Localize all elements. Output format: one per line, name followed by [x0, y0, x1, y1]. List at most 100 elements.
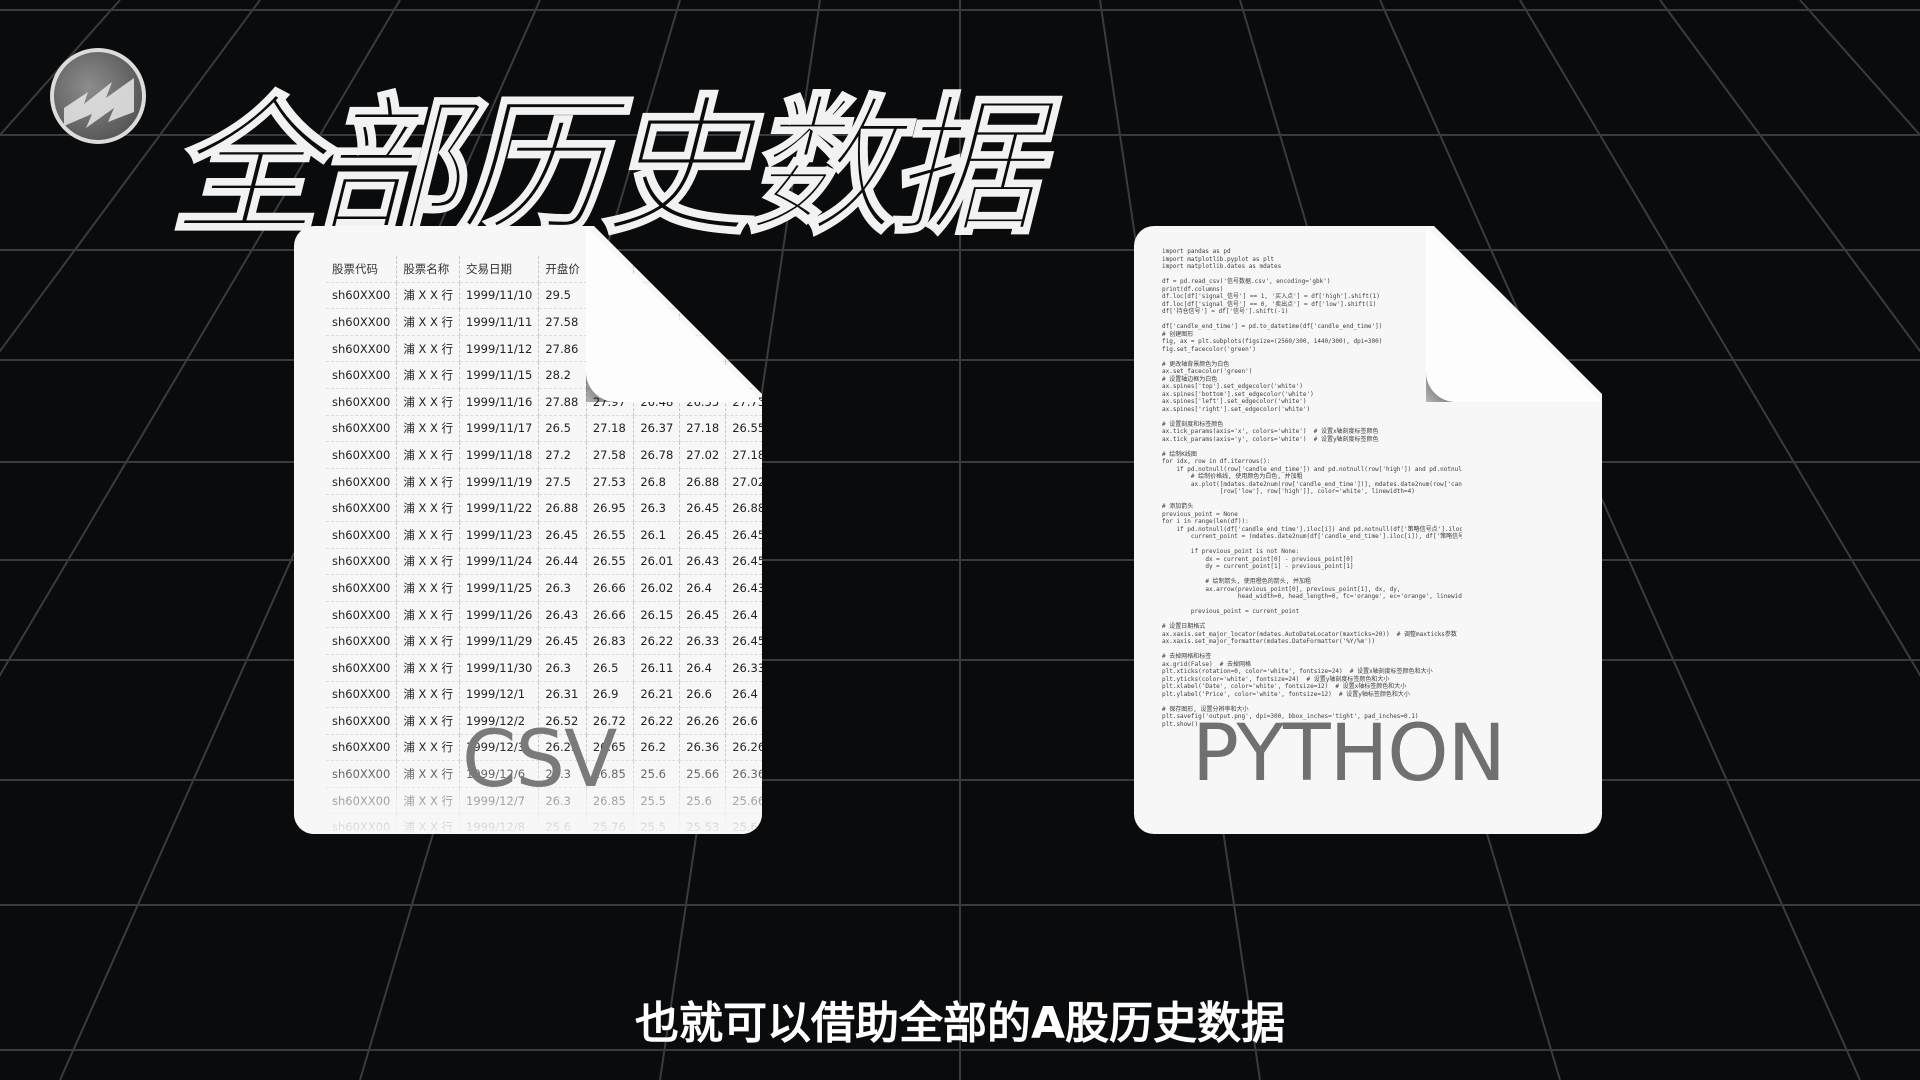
table-cell: 26.55 — [725, 415, 762, 443]
table-cell: 浦 X X 行 — [396, 654, 461, 682]
table-cell: 26.22 — [633, 707, 681, 735]
csv-header-cell — [633, 256, 681, 283]
table-cell: 26.02 — [633, 574, 681, 602]
table-cell: 26.45 — [679, 521, 727, 549]
table-cell: 26.4 — [725, 681, 762, 709]
table-cell: 27.86 — [538, 335, 587, 363]
table-cell: 26.3 — [538, 654, 587, 682]
csv-header-cell: 开盘价 — [538, 256, 587, 283]
table-row: sh60XX00浦 X X 行1999/11/1127.5828.38 — [326, 308, 762, 336]
grid-line-vertical — [1799, 0, 1920, 137]
table-cell: 26.95 — [586, 494, 635, 522]
table-cell: 1999/11/16 — [459, 388, 540, 416]
table-cell: 27.58 — [586, 441, 635, 469]
table-cell: 26.45 — [725, 548, 762, 576]
table-cell: 1999/11/23 — [459, 521, 540, 549]
table-cell: 1999/11/11 — [459, 308, 540, 336]
table-cell: sh60XX00 — [326, 335, 398, 363]
table-cell: 26.8 — [633, 468, 681, 496]
table-cell: 浦 X X 行 — [396, 548, 461, 576]
grid-line-vertical — [0, 0, 121, 137]
table-cell: 26.43 — [538, 601, 587, 629]
table-cell: 1999/11/30 — [459, 654, 540, 682]
table-row: sh60XX00 浦 X X 行 1999/11/29 26.45 26.83 26.22… — [326, 627, 762, 655]
table-cell — [725, 308, 762, 336]
table-cell: sh60XX00 — [326, 627, 398, 655]
table-row: sh60XX00 浦 X X 行 1999/12/1 26.31 26.9 26.21 26… — [326, 681, 762, 709]
table-row: sh60XX00 浦 X X 行 1999/11/24 26.44 26.55 26.01… — [326, 548, 762, 576]
table-cell: sh60XX00 — [326, 521, 398, 549]
table-cell: 26.45 — [679, 494, 727, 522]
table-cell: 26.83 — [586, 627, 635, 655]
table-row: sh60XX00 浦 X X 行 1999/11/17 26.5 27.18 26.37 2… — [326, 415, 762, 443]
table-row: sh60XX00 浦 X X 行 1999/11/19 27.5 27.53 26.8 26… — [326, 468, 762, 496]
table-cell: 26.5 — [538, 415, 587, 443]
table-cell: 26.21 — [633, 681, 681, 709]
table-cell: 1999/11/10 — [459, 282, 540, 310]
table-cell: 26.45 — [538, 521, 587, 549]
grid-line-vertical — [1659, 0, 1920, 353]
table-cell: 26.1 — [633, 521, 681, 549]
table-cell: 26.88 — [725, 494, 762, 522]
python-document-card: import pandas as pd import matplotlib.py… — [1134, 226, 1602, 834]
table-cell: sh60XX00 — [326, 574, 398, 602]
table-cell: 26.33 — [679, 627, 727, 655]
table-cell: 27.53 — [586, 468, 635, 496]
table-row: sh60XX00 浦 X X 行 1999/11/26 26.43 26.66 26.15… — [326, 601, 762, 629]
table-cell: 1999/11/18 — [459, 441, 540, 469]
table-row: sh60XX00 浦 X X 行 1999/11/23 26.45 26.55 26.1 2… — [326, 521, 762, 549]
table-cell: 1999/11/22 — [459, 494, 540, 522]
table-cell: 26.45 — [725, 627, 762, 655]
table-cell: 浦 X X 行 — [396, 627, 461, 655]
table-row: sh60XX00 浦 X X 行 1999/11/18 27.2 27.58 26.78 2… — [326, 441, 762, 469]
table-cell: 浦 X X 行 — [396, 415, 461, 443]
table-cell: 26.6 — [679, 681, 727, 709]
table-cell: 浦 X X 行 — [396, 574, 461, 602]
table-cell: 26.4 — [679, 654, 727, 682]
table-cell: 27.02 — [679, 441, 727, 469]
table-cell: sh60XX00 — [326, 441, 398, 469]
table-cell: 27.58 — [538, 308, 587, 336]
table-cell: 26.31 — [538, 681, 587, 709]
table-cell: 26.45 — [538, 627, 587, 655]
csv-header-cell — [725, 256, 762, 283]
table-cell: 26.37 — [633, 415, 681, 443]
table-cell: 浦 X X 行 — [396, 308, 461, 336]
table-cell: sh60XX00 — [326, 388, 398, 416]
csv-header-cell — [679, 256, 727, 283]
csv-paper: 股票代码股票名称交易日期开盘价最高价 sh60XX00浦 X X 行1999/1… — [294, 226, 762, 834]
table-cell: 26.55 — [586, 521, 635, 549]
table-cell: 27.5 — [538, 468, 587, 496]
table-cell — [725, 335, 762, 363]
table-cell: 26.9 — [586, 681, 635, 709]
table-cell: 27.18 — [725, 441, 762, 469]
table-cell: sh60XX00 — [326, 601, 398, 629]
table-cell: 浦 X X 行 — [396, 681, 461, 709]
table-cell: 26.78 — [633, 441, 681, 469]
table-row: sh60XX00 浦 X X 行 1999/11/22 26.88 26.95 26.3 2… — [326, 494, 762, 522]
csv-label: CSV — [462, 715, 617, 805]
table-cell: sh60XX00 — [326, 681, 398, 709]
table-cell: 26.66 — [586, 601, 635, 629]
table-cell: 26.66 — [586, 574, 635, 602]
table-cell: 1999/11/25 — [459, 574, 540, 602]
table-cell: 27.18 — [586, 415, 635, 443]
table-cell: sh60XX00 — [326, 468, 398, 496]
table-cell: 26.43 — [725, 574, 762, 602]
table-cell: 浦 X X 行 — [396, 468, 461, 496]
table-cell: 26.3 — [633, 494, 681, 522]
table-cell: 浦 X X 行 — [396, 441, 461, 469]
table-cell — [679, 282, 727, 310]
table-cell: 1999/11/19 — [459, 468, 540, 496]
table-cell: 26.44 — [538, 548, 587, 576]
table-cell: 浦 X X 行 — [396, 521, 461, 549]
table-cell: 浦 X X 行 — [396, 707, 461, 735]
csv-header-row: 股票代码股票名称交易日期开盘价最高价 — [326, 256, 762, 283]
table-cell: 26.6 — [725, 707, 762, 735]
table-cell: sh60XX00 — [326, 415, 398, 443]
table-row: sh60XX00 浦 X X 行 1999/11/30 26.3 26.5 26.11 26… — [326, 654, 762, 682]
table-cell: 1999/11/26 — [459, 601, 540, 629]
table-cell: sh60XX00 — [326, 361, 398, 389]
table-cell: sh60XX00 — [326, 707, 398, 735]
table-cell: 27.88 — [538, 388, 587, 416]
